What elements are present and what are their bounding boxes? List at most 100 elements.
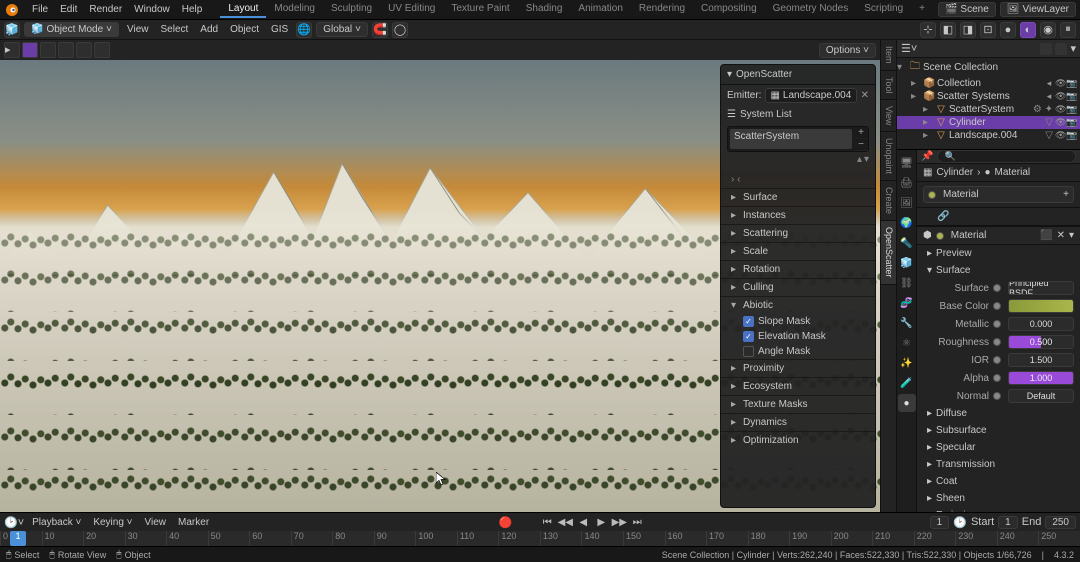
menu-render[interactable]: Render xyxy=(83,4,128,15)
outliner-search-icon[interactable] xyxy=(1055,43,1067,55)
overlay-icon[interactable]: ◧ xyxy=(940,22,956,38)
workspace-tab-geometry-nodes[interactable]: Geometry Nodes xyxy=(765,1,857,18)
workspace-tab-animation[interactable]: Animation xyxy=(570,1,630,18)
tool-transform-icon[interactable] xyxy=(94,42,110,58)
props-pin-icon[interactable]: 📌 xyxy=(921,151,933,162)
tool-select-box-icon[interactable] xyxy=(22,42,38,58)
timeline-keying-menu[interactable]: Keying ˅ xyxy=(89,517,136,528)
node-browse-icon[interactable]: ⬛ xyxy=(1040,230,1052,241)
jump-start-icon[interactable]: ⏮ xyxy=(540,515,554,529)
workspace-tab-compositing[interactable]: Compositing xyxy=(693,1,765,18)
shading-rendered-icon[interactable]: ◉ xyxy=(1040,22,1056,38)
section-transmission[interactable]: ▸Transmission xyxy=(917,456,1080,473)
tool-options-dropdown[interactable]: Options ˅ xyxy=(819,43,876,58)
editor-type-icon[interactable]: 🧊 xyxy=(4,22,20,38)
props-tab-10[interactable]: ✨ xyxy=(898,354,916,372)
props-tab-3[interactable]: 🌍 xyxy=(898,214,916,232)
current-frame-field[interactable]: 1 xyxy=(930,516,950,529)
chevron-icon[interactable]: ▸ xyxy=(923,117,933,128)
header-menu-select[interactable]: Select xyxy=(157,24,193,35)
material-link-icon[interactable]: 🔗 xyxy=(937,211,949,222)
end-frame-field[interactable]: 250 xyxy=(1045,516,1076,529)
outliner-row[interactable]: ▸▽Landscape.004▽👁📷 xyxy=(897,129,1080,142)
menu-help[interactable]: Help xyxy=(176,4,209,15)
playhead[interactable]: 1 xyxy=(10,531,26,546)
checkbox[interactable]: ✓ xyxy=(743,331,754,342)
visibility-toggle-icon[interactable]: 👁 xyxy=(1055,91,1065,102)
chevron-down-icon[interactable]: ▾ xyxy=(897,62,907,73)
visibility-toggle-icon[interactable]: 👁 xyxy=(1055,78,1065,89)
props-tab-7[interactable]: 🧬 xyxy=(898,294,916,312)
section-ecosystem[interactable]: ▸Ecosystem xyxy=(721,377,875,395)
props-tab-11[interactable]: 🧪 xyxy=(898,374,916,392)
outliner-row[interactable]: ▸📦Collection◂👁📷 xyxy=(897,77,1080,90)
section-preview[interactable]: ▸Preview xyxy=(917,245,1080,262)
workspace-tab-modeling[interactable]: Modeling xyxy=(266,1,323,18)
visibility-toggle-icon[interactable]: 👁 xyxy=(1055,130,1065,141)
outliner-filter-icon[interactable] xyxy=(1040,43,1052,55)
header-menu-view[interactable]: View xyxy=(123,24,153,35)
section-scale[interactable]: ▸Scale xyxy=(721,242,875,260)
section-scattering[interactable]: ▸Scattering xyxy=(721,224,875,242)
header-menu-add[interactable]: Add xyxy=(196,24,222,35)
section-culling[interactable]: ▸Culling xyxy=(721,278,875,296)
outliner-row[interactable]: ▸▽Cylinder▽👁📷 xyxy=(897,116,1080,129)
alpha-field[interactable]: 1.000 xyxy=(1008,371,1074,385)
section-dynamics[interactable]: ▸Dynamics xyxy=(721,413,875,431)
section-instances[interactable]: ▸Instances xyxy=(721,206,875,224)
material-slot[interactable]: Material + xyxy=(923,186,1074,203)
chevron-icon[interactable]: ▸ xyxy=(923,130,933,141)
node-menu-icon[interactable]: ▾ xyxy=(1069,230,1074,241)
start-frame-field[interactable]: 1 xyxy=(998,516,1018,529)
menu-file[interactable]: File xyxy=(26,4,54,15)
abiotic-angle-mask[interactable]: Angle Mask xyxy=(721,344,875,359)
props-tab-2[interactable]: 🖼 xyxy=(898,194,916,212)
timeline-type-icon[interactable]: 🕑˅ xyxy=(4,516,24,529)
abiotic-slope-mask[interactable]: ✓Slope Mask xyxy=(721,314,875,329)
side-tab-unopaint[interactable]: Unopaint xyxy=(881,132,896,181)
section-texture-masks[interactable]: ▸Texture Masks xyxy=(721,395,875,413)
panel-collapse-icon[interactable]: ▾ xyxy=(727,69,732,80)
props-tab-9[interactable]: ⚛ xyxy=(898,334,916,352)
props-tab-8[interactable]: 🔧 xyxy=(898,314,916,332)
section-surface[interactable]: ▾Surface xyxy=(917,262,1080,279)
header-menu-gis[interactable]: GIS xyxy=(267,24,292,35)
workspace-tab-texture-paint[interactable]: Texture Paint xyxy=(443,1,517,18)
gizmo-icon[interactable]: ⊹ xyxy=(920,22,936,38)
section-subsurface[interactable]: ▸Subsurface xyxy=(917,422,1080,439)
emitter-clear-icon[interactable]: ✕ xyxy=(861,90,869,101)
socket-icon[interactable] xyxy=(993,284,1001,292)
visibility-toggle-icon[interactable]: 📷 xyxy=(1066,130,1076,141)
orientation-dropdown[interactable]: Global ˅ xyxy=(316,22,368,37)
timeline-marker-menu[interactable]: Marker xyxy=(174,517,213,528)
section-sheen[interactable]: ▸Sheen xyxy=(917,490,1080,507)
section-surface[interactable]: ▸Surface xyxy=(721,188,875,206)
material-name-field[interactable]: Material xyxy=(951,230,987,241)
workspace-add-icon[interactable]: + xyxy=(911,1,933,18)
pause-icon[interactable]: ⏸ xyxy=(1060,22,1076,38)
menu-edit[interactable]: Edit xyxy=(54,4,83,15)
checkbox[interactable] xyxy=(743,346,754,357)
ior-field[interactable]: 1.500 xyxy=(1008,353,1074,367)
snap-icon[interactable]: 🧲 xyxy=(372,22,388,38)
tool-cursor-icon[interactable]: ▸ xyxy=(4,42,20,58)
jump-prev-key-icon[interactable]: ◀◀ xyxy=(558,515,572,529)
outliner-row[interactable]: ▸▽ScatterSystem⚙ ✦👁📷 xyxy=(897,103,1080,116)
crumb-material[interactable]: Material xyxy=(995,167,1031,178)
section-rotation[interactable]: ▸Rotation xyxy=(721,260,875,278)
list-down-icon[interactable]: ▾ xyxy=(864,154,869,165)
tool-move-icon[interactable] xyxy=(40,42,56,58)
play-reverse-icon[interactable]: ◀ xyxy=(576,515,590,529)
props-tab-12[interactable]: ● xyxy=(898,394,916,412)
props-tab-5[interactable]: 🧊 xyxy=(898,254,916,272)
menu-window[interactable]: Window xyxy=(128,4,176,15)
side-tab-create[interactable]: Create xyxy=(881,181,896,221)
section-optimization[interactable]: ▸Optimization xyxy=(721,431,875,449)
visibility-toggle-icon[interactable]: 📷 xyxy=(1066,78,1076,89)
chevron-icon[interactable]: ▸ xyxy=(923,104,933,115)
list-remove-icon[interactable]: − xyxy=(854,139,868,151)
proportional-icon[interactable]: ◯ xyxy=(392,22,408,38)
socket-icon[interactable] xyxy=(993,374,1001,382)
visibility-toggle-icon[interactable]: 📷 xyxy=(1066,104,1076,115)
outliner-root[interactable]: ▾ 🗀 Scene Collection xyxy=(897,58,1080,77)
